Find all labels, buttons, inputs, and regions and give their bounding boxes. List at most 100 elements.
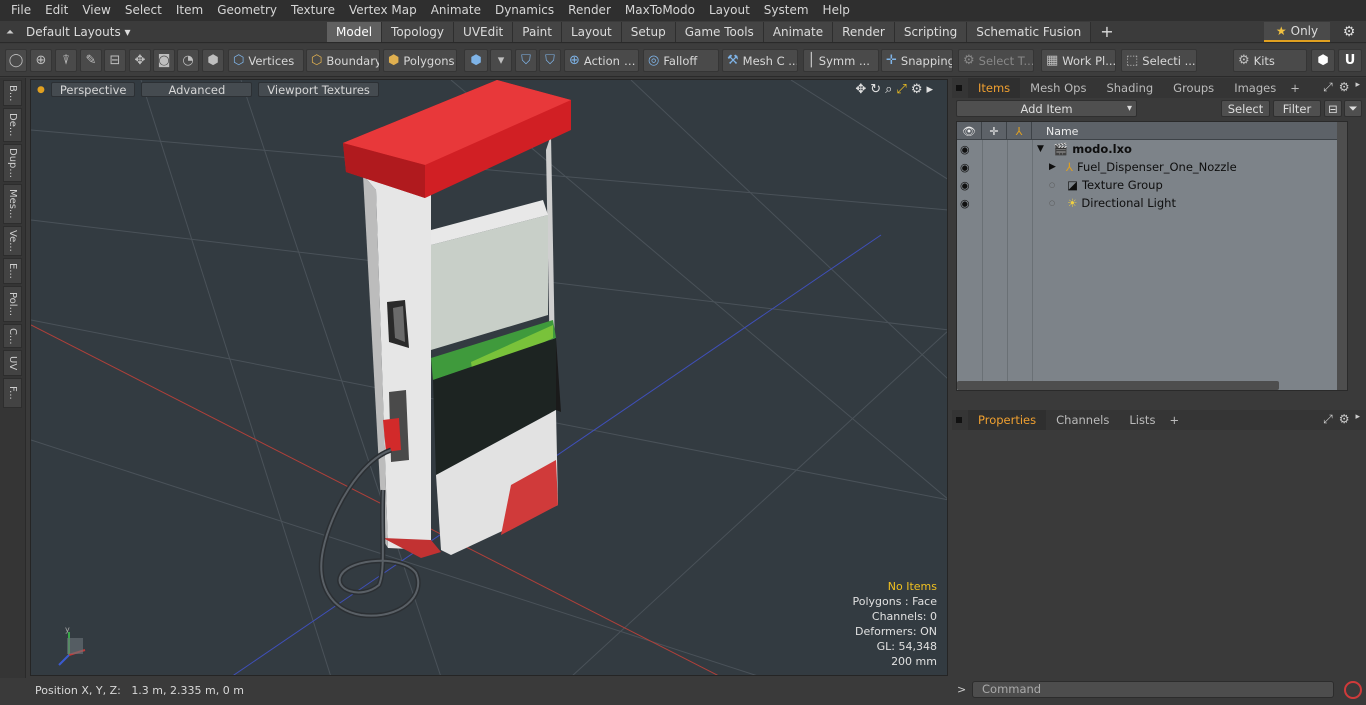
tab-model[interactable]: Model [327,22,383,42]
item-row-scene[interactable]: ◉ ▼ 🎬 modo.lxo [957,140,1347,158]
tab-uvedit[interactable]: UVEdit [454,22,514,42]
tab-channels[interactable]: Channels [1046,410,1119,430]
panel-arrow-icon[interactable]: ▸ [1355,80,1360,95]
viewport-expand-icon[interactable]: ▸ [926,82,933,97]
add-item-dropdown[interactable]: Add Item ▾ [956,100,1137,117]
maximize-icon[interactable]: ⤢ [896,82,906,97]
viewport-gear-icon[interactable]: ⚙ [911,82,923,97]
pan-icon[interactable]: ✥ [855,82,866,97]
layout-gear-icon[interactable]: ⚙ [1338,22,1360,42]
left-tab-curve[interactable]: C... [3,324,22,348]
zoom-icon[interactable]: ⌕ [885,82,892,97]
command-input[interactable]: Command [972,681,1334,698]
kits-button[interactable]: ⚙ Kits [1233,49,1307,72]
visibility-eye-icon[interactable]: ◉ [960,161,970,174]
menu-texture[interactable]: Texture [284,0,342,21]
tab-schematic-fusion[interactable]: Schematic Fusion [967,22,1092,42]
menu-view[interactable]: View [75,0,117,21]
expand-triangle-icon[interactable]: ▶ [1049,162,1056,172]
item-row-mesh[interactable]: ◉ ▶ ⅄ Fuel_Dispenser_One_Nozzle [957,158,1347,176]
menu-file[interactable]: File [4,0,38,21]
viewport-textures-button[interactable]: Viewport Textures [258,82,379,97]
boundary-mode-button[interactable]: ⬡ Boundary [306,49,380,72]
globe-button[interactable]: ⊕ [30,49,52,72]
action-center-button[interactable]: ⊕ Action… [564,49,639,72]
menu-render[interactable]: Render [561,0,618,21]
polygons-mode-button[interactable]: ⬢ Polygons [383,49,457,72]
symmetry-shield-alt-button[interactable]: ⛉ [539,49,561,72]
command-history-icon[interactable]: > [957,683,966,696]
unity-button[interactable]: ⬢ [1311,49,1335,72]
tab-properties[interactable]: Properties [968,410,1047,430]
add-panel-tab-button[interactable]: + [1165,410,1183,430]
move-tool-button[interactable]: ✥ [129,49,151,72]
tab-groups[interactable]: Groups [1163,78,1224,98]
left-tab-duplicate[interactable]: Dup... [3,144,22,182]
snapping-button[interactable]: ✛ Snapping [881,49,953,72]
tab-paint[interactable]: Paint [513,22,562,42]
add-panel-tab-button[interactable]: + [1286,78,1304,98]
funnel-button[interactable]: ⏷ [1344,100,1362,117]
left-tab-deform[interactable]: De... [3,108,22,142]
work-plane-button[interactable]: ▦ Work Pl... [1041,49,1116,72]
left-tab-uv[interactable]: UV [3,350,22,376]
panel-menu-dot-icon[interactable] [956,417,962,423]
layout-selector[interactable]: ⏶ Default Layouts ▾ [6,23,131,41]
falloff-button[interactable]: ◎ Falloff [643,49,719,72]
viewport-menu-dot-icon[interactable]: ● [37,85,45,95]
collapse-triangle-icon[interactable]: ▼ [1037,144,1044,154]
rotate-tool-button[interactable]: ◔ [177,49,199,72]
visibility-eye-icon[interactable]: ◉ [960,197,970,210]
menu-system[interactable]: System [757,0,816,21]
tab-lists[interactable]: Lists [1119,410,1165,430]
select-circle-button[interactable]: ◯ [5,49,27,72]
menu-maxtomodo[interactable]: MaxToModo [618,0,702,21]
unreal-button[interactable]: U [1338,49,1362,72]
lock-column-header[interactable]: ✛ [982,122,1007,140]
item-list-vscrollbar[interactable] [1337,122,1347,390]
tab-layout[interactable]: Layout [561,22,622,42]
3d-viewport[interactable]: y ● Perspective Advanced Viewport Textur… [30,79,948,676]
left-tab-fusion[interactable]: F... [3,378,22,408]
pen-tool-button[interactable]: ⍒ [55,49,77,72]
perspective-button[interactable]: Perspective [50,82,136,97]
symmetry-button[interactable]: ⎮ Symm ... [803,49,879,72]
selection-sets-button[interactable]: ⬚ Selecti ... [1121,49,1197,72]
brush-tool-button[interactable]: ✎ [80,49,102,72]
menu-dynamics[interactable]: Dynamics [488,0,561,21]
expand-panel-icon[interactable]: ⤢ [1323,80,1333,95]
symmetry-shield-button[interactable]: ⛉ [515,49,537,72]
menu-edit[interactable]: Edit [38,0,75,21]
tab-animate[interactable]: Animate [763,22,834,42]
item-mode-button[interactable]: ⬢ [202,49,224,72]
menu-help[interactable]: Help [816,0,857,21]
item-row-texture-group[interactable]: ◉ ○ ◪ Texture Group [957,176,1347,194]
type-column-header[interactable]: ⅄ [1007,122,1032,140]
collapse-button[interactable]: ⊟ [1324,100,1342,117]
menu-select[interactable]: Select [118,0,169,21]
menu-animate[interactable]: Animate [424,0,488,21]
tab-render[interactable]: Render [833,22,895,42]
select-button[interactable]: Select [1221,100,1270,117]
name-column-header[interactable]: Name [1032,122,1347,140]
mesh-constraint-button[interactable]: ⚒ Mesh C ... [722,49,798,72]
expand-panel-icon[interactable]: ⤢ [1323,412,1333,427]
visibility-eye-icon[interactable]: ◉ [960,143,970,156]
record-macro-icon[interactable] [1344,681,1362,699]
menu-item[interactable]: Item [169,0,210,21]
item-row-directional-light[interactable]: ◉ ○ ☀ Directional Light [957,194,1347,212]
add-tab-button[interactable]: + [1091,22,1122,42]
vertices-mode-button[interactable]: ⬡ Vertices [228,49,304,72]
filter-button[interactable]: Filter [1273,100,1321,117]
menu-geometry[interactable]: Geometry [210,0,284,21]
align-tool-button[interactable]: ⊟ [104,49,126,72]
visibility-eye-icon[interactable]: ◉ [960,179,970,192]
panel-gear-icon[interactable]: ⚙ [1339,80,1350,95]
visibility-column-header[interactable]: 👁 [957,122,982,140]
tab-mesh-ops[interactable]: Mesh Ops [1020,78,1096,98]
panel-arrow-icon[interactable]: ▸ [1355,412,1360,427]
left-tab-basic[interactable]: B... [3,80,22,106]
tab-items[interactable]: Items [968,78,1021,98]
menu-vertex-map[interactable]: Vertex Map [342,0,424,21]
tab-shading[interactable]: Shading [1096,78,1163,98]
